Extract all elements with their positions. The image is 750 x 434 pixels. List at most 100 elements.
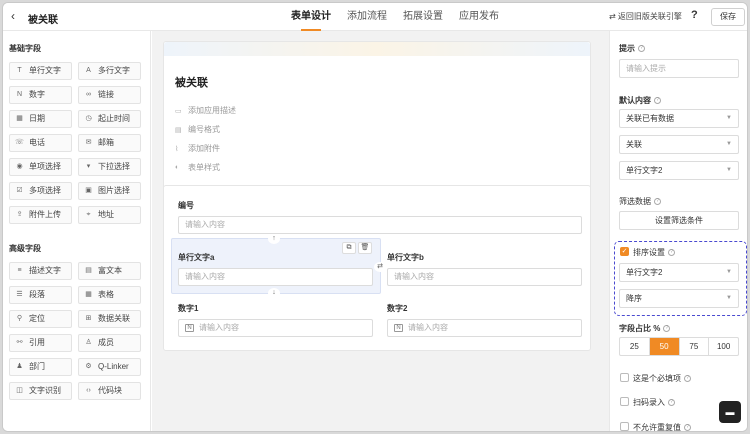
palette-field-button[interactable]: ⇪ 附件上传: [9, 206, 72, 224]
palette-field-button[interactable]: N 数字: [9, 86, 72, 104]
palette-field-button[interactable]: T 单行文字: [9, 62, 72, 80]
field-ratio-selector: 25 50 75 100: [619, 337, 739, 356]
text-a-input[interactable]: 请输入内容: [178, 268, 373, 286]
palette-field-button[interactable]: ⊞ 数据关联: [78, 310, 141, 328]
palette-field-button[interactable]: ⚯ 引用: [9, 334, 72, 352]
default-content-select[interactable]: 关联已有数据 ▼: [619, 109, 739, 128]
delete-icon[interactable]: 🗑: [358, 242, 372, 254]
form-body-card: 编号 请输入内容 ↑ ↓ ⇄ ⧉ 🗑 单行文字a 请输入内容 单行文字b 请输入…: [163, 185, 591, 351]
palette-field-button[interactable]: A 多行文字: [78, 62, 141, 80]
add-attachment-link[interactable]: ⌇ 添加附件: [175, 143, 220, 154]
copy-icon[interactable]: ⧉: [342, 242, 356, 254]
palette-field-button[interactable]: ◷ 起止时间: [78, 110, 141, 128]
palette-field-button[interactable]: ▤ 富文本: [78, 262, 141, 280]
palette-field-button[interactable]: ☑ 多项选择: [9, 182, 72, 200]
palette-field-button[interactable]: ☏ 电话: [9, 134, 72, 152]
question-icon: ?: [684, 424, 691, 431]
chat-icon[interactable]: ▬: [719, 401, 741, 423]
ratio-50[interactable]: 50: [649, 338, 680, 355]
field-type-icon: T: [17, 67, 22, 74]
unique-checkbox[interactable]: [620, 422, 629, 431]
meta-label: 编号格式: [188, 125, 220, 134]
form-style-link[interactable]: ◐ 表单样式: [175, 162, 220, 173]
relation-field-select[interactable]: 单行文字2 ▼: [619, 161, 739, 180]
field-type-icon: A: [86, 67, 91, 74]
palette-field-button[interactable]: ‹› 代码块: [78, 382, 141, 400]
field-ratio-label: 字段占比 %?: [619, 323, 671, 334]
hint-input[interactable]: 请输入提示: [619, 59, 739, 78]
text-b-input[interactable]: 请输入内容: [387, 268, 582, 286]
palette-field-button[interactable]: ⚙ Q-Linker: [78, 358, 141, 376]
scan-checkbox[interactable]: [620, 397, 629, 406]
tab-form-design[interactable]: 表单设计: [283, 3, 339, 31]
number-format-link[interactable]: ▤ 编号格式: [175, 124, 220, 135]
required-checkbox[interactable]: [620, 373, 629, 382]
field-type-icon: ‹›: [86, 387, 91, 394]
placeholder: 请输入内容: [199, 323, 239, 332]
field-type-icon: ⚲: [16, 315, 23, 322]
field-type-label: 邮箱: [98, 138, 114, 147]
palette-field-button[interactable]: ♟ 部门: [9, 358, 72, 376]
palette-field-button[interactable]: ◉ 单项选择: [9, 158, 72, 176]
question-icon: ?: [668, 249, 675, 256]
ratio-75[interactable]: 75: [680, 338, 710, 355]
sort-order-select[interactable]: 降序 ▼: [619, 289, 739, 308]
attachment-icon: ⌇: [175, 145, 179, 153]
palette-field-button[interactable]: ≡ 描述文字: [9, 262, 72, 280]
set-filter-button[interactable]: 设置筛选条件: [619, 211, 739, 230]
sort-checkbox[interactable]: ✓: [620, 247, 629, 256]
palette-field-button[interactable]: ♙ 成员: [78, 334, 141, 352]
ratio-100[interactable]: 100: [709, 338, 738, 355]
field-type-icon: ◫: [16, 387, 23, 394]
basic-fields-title: 基础字段: [9, 44, 41, 53]
field-type-icon: ▤: [85, 267, 92, 274]
advanced-fields-title: 高级字段: [9, 244, 41, 253]
add-description-link[interactable]: ▭ 添加应用描述: [175, 105, 236, 116]
palette-field-button[interactable]: ✉ 邮箱: [78, 134, 141, 152]
number-1-input[interactable]: N 请输入内容: [178, 319, 373, 337]
number-input[interactable]: 请输入内容: [178, 216, 582, 234]
palette-field-button[interactable]: ∞ 链接: [78, 86, 141, 104]
save-button[interactable]: 保存: [711, 8, 745, 26]
palette-field-button[interactable]: ▦ 日期: [9, 110, 72, 128]
page-title: 被关联: [28, 15, 58, 26]
tab-extension-settings[interactable]: 拓展设置: [395, 3, 451, 31]
arrow-down-icon[interactable]: ↓: [268, 288, 280, 298]
field-type-icon: ☰: [16, 291, 23, 298]
field-type-label: 表格: [98, 290, 114, 299]
number-2-input[interactable]: N 请输入内容: [387, 319, 582, 337]
arrow-up-icon[interactable]: ↑: [268, 234, 280, 244]
relation-select[interactable]: 关联 ▼: [619, 135, 739, 154]
field-type-icon: ✉: [85, 139, 92, 146]
palette-field-button[interactable]: ⌖ 地址: [78, 206, 141, 224]
help-icon[interactable]: ?: [691, 9, 698, 21]
chevron-down-icon: ▼: [726, 115, 732, 121]
field-type-label: 图片选择: [98, 186, 130, 195]
chevron-down-icon: ▼: [726, 141, 732, 147]
field-type-icon: ⚙: [85, 363, 92, 370]
tab-add-flow[interactable]: 添加流程: [339, 3, 395, 31]
field-type-label: 代码块: [98, 386, 122, 395]
palette-field-button[interactable]: ☰ 段落: [9, 286, 72, 304]
tab-app-publish[interactable]: 应用发布: [451, 3, 507, 31]
field-type-label: 下拉选择: [98, 162, 130, 171]
sort-settings-label: 排序设置?: [633, 247, 675, 258]
field-type-icon: N: [16, 91, 23, 98]
ratio-25[interactable]: 25: [620, 338, 650, 355]
question-icon: ?: [638, 45, 645, 52]
old-engine-button[interactable]: ⇄ 返回旧版关联引擎: [609, 11, 682, 22]
palette-field-button[interactable]: ◫ 文字识别: [9, 382, 72, 400]
chevron-left-icon[interactable]: ‹: [11, 9, 25, 23]
palette-field-button[interactable]: ⚲ 定位: [9, 310, 72, 328]
field-type-icon: ▾: [86, 163, 91, 170]
description-icon: ▭: [175, 107, 182, 115]
scan-label: 扫码录入?: [633, 397, 675, 408]
field-type-icon: ⇪: [16, 211, 23, 218]
palette-field-button[interactable]: ▦ 表格: [78, 286, 141, 304]
sort-field-select[interactable]: 单行文字2 ▼: [619, 263, 739, 282]
swap-icon[interactable]: ⇄: [374, 262, 386, 272]
form-title[interactable]: 被关联: [175, 74, 208, 90]
palette-field-button[interactable]: ▾ 下拉选择: [78, 158, 141, 176]
field-type-label: 单项选择: [29, 162, 61, 171]
palette-field-button[interactable]: ▣ 图片选择: [78, 182, 141, 200]
